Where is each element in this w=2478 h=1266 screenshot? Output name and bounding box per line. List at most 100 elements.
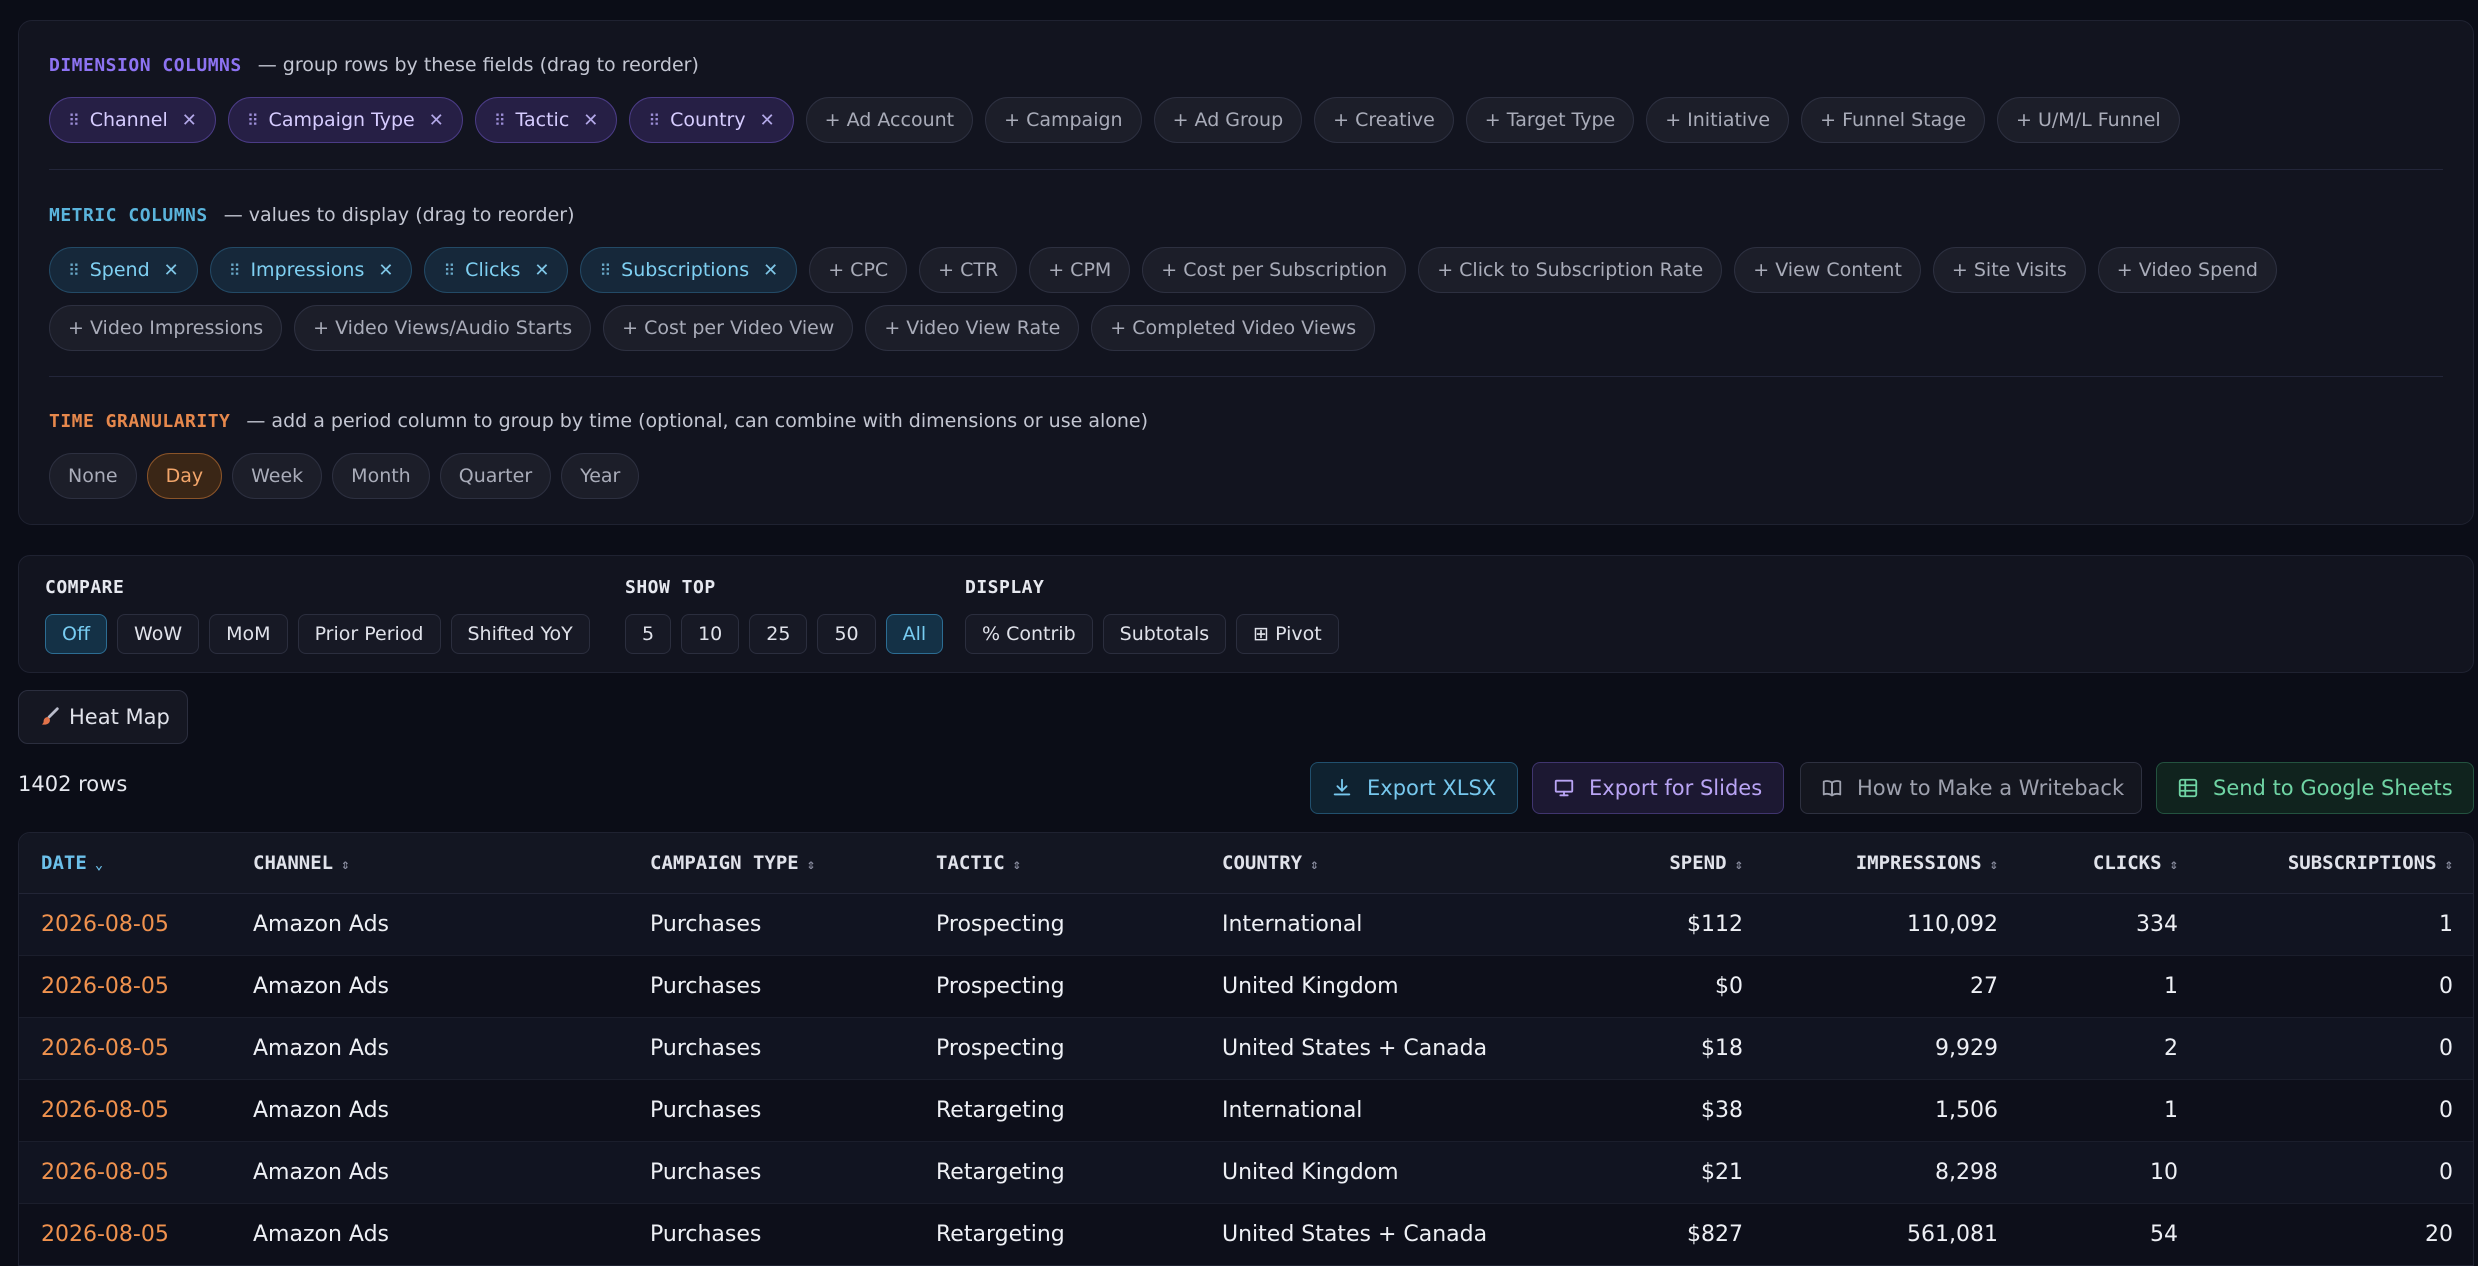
cell-subscriptions: 0 bbox=[2200, 1017, 2473, 1080]
drag-handle-icon[interactable]: ⠿ bbox=[494, 111, 506, 130]
metric-chip-subscriptions[interactable]: ⠿ Subscriptions ✕ bbox=[580, 247, 798, 293]
remove-icon[interactable]: ✕ bbox=[763, 260, 778, 281]
metric-chip-impressions[interactable]: ⠿ Impressions ✕ bbox=[209, 247, 413, 293]
metric-chip-spend[interactable]: ⠿ Spend ✕ bbox=[49, 247, 198, 293]
add-metric-video-view-rate[interactable]: + Video View Rate bbox=[865, 305, 1080, 351]
time-granularity-section: TIME GRANULARITY — add a period column t… bbox=[49, 407, 2445, 499]
add-metric-completed-video-views[interactable]: + Completed Video Views bbox=[1091, 305, 1376, 351]
cell-campaign-type: Purchases bbox=[628, 1017, 914, 1080]
column-header-channel[interactable]: CHANNEL ⇕ bbox=[231, 833, 628, 894]
show-top-10-button[interactable]: 10 bbox=[681, 614, 740, 654]
add-metric-video-views-audio-starts[interactable]: + Video Views/Audio Starts bbox=[294, 305, 592, 351]
metric-chip-clicks[interactable]: ⠿ Clicks ✕ bbox=[424, 247, 569, 293]
column-header-campaign-type[interactable]: CAMPAIGN TYPE ⇕ bbox=[628, 833, 914, 894]
cell-clicks: 54 bbox=[2020, 1203, 2200, 1265]
compare-shifted-yoy-button[interactable]: Shifted YoY bbox=[450, 614, 590, 654]
column-header-impressions[interactable]: IMPRESSIONS ⇕ bbox=[1765, 833, 2020, 894]
add-metric-cpm[interactable]: + CPM bbox=[1029, 247, 1131, 293]
granularity-week[interactable]: Week bbox=[232, 453, 323, 499]
cell-spend: $18 bbox=[1540, 1017, 1765, 1080]
cell-spend: $112 bbox=[1540, 893, 1765, 956]
column-header-date[interactable]: DATE ⌄ bbox=[19, 833, 231, 894]
column-header-country[interactable]: COUNTRY ⇕ bbox=[1200, 833, 1540, 894]
cell-clicks: 2 bbox=[2020, 1017, 2200, 1080]
cell-country: International bbox=[1200, 893, 1540, 956]
remove-icon[interactable]: ✕ bbox=[534, 260, 549, 281]
show-top-50-button[interactable]: 50 bbox=[817, 614, 876, 654]
cell-spend: $827 bbox=[1540, 1203, 1765, 1265]
cell-impressions: 27 bbox=[1765, 955, 2020, 1018]
add-dimension-ad-group[interactable]: + Ad Group bbox=[1153, 97, 1303, 143]
add-dimension-campaign[interactable]: + Campaign bbox=[985, 97, 1142, 143]
add-metric-cpc[interactable]: + CPC bbox=[809, 247, 908, 293]
add-metric-click-to-subscription-rate[interactable]: + Click to Subscription Rate bbox=[1418, 247, 1723, 293]
add-dimension-target-type[interactable]: + Target Type bbox=[1465, 97, 1635, 143]
add-dimension-creative[interactable]: + Creative bbox=[1314, 97, 1454, 143]
dimension-chip-campaign-type[interactable]: ⠿ Campaign Type ✕ bbox=[227, 97, 463, 143]
pivot-button[interactable]: ⊞ Pivot bbox=[1236, 614, 1339, 654]
compare-wow-button[interactable]: WoW bbox=[117, 614, 200, 654]
drag-handle-icon[interactable]: ⠿ bbox=[68, 261, 80, 280]
add-dimension-initiative[interactable]: + Initiative bbox=[1646, 97, 1790, 143]
export-for-slides-button[interactable]: Export for Slides bbox=[1532, 762, 1784, 814]
cell-subscriptions: 0 bbox=[2200, 1141, 2473, 1204]
sort-icon: ⇕ bbox=[2169, 856, 2178, 873]
add-metric-video-impressions[interactable]: + Video Impressions bbox=[49, 305, 283, 351]
compare-off-button[interactable]: Off bbox=[45, 614, 108, 654]
add-metric-view-content[interactable]: + View Content bbox=[1734, 247, 1921, 293]
dimension-chip-country[interactable]: ⠿ Country ✕ bbox=[629, 97, 794, 143]
percent-contrib-button[interactable]: % Contrib bbox=[965, 614, 1093, 654]
compare-mom-button[interactable]: MoM bbox=[209, 614, 288, 654]
granularity-month[interactable]: Month bbox=[332, 453, 430, 499]
column-header-subscriptions[interactable]: SUBSCRIPTIONS ⇕ bbox=[2200, 833, 2473, 894]
sort-icon: ⇕ bbox=[341, 856, 350, 873]
drag-handle-icon[interactable]: ⠿ bbox=[68, 111, 80, 130]
compare-prior-period-button[interactable]: Prior Period bbox=[297, 614, 441, 654]
remove-icon[interactable]: ✕ bbox=[760, 110, 775, 131]
dimension-chip-tactic[interactable]: ⠿ Tactic ✕ bbox=[474, 97, 618, 143]
drag-handle-icon[interactable]: ⠿ bbox=[247, 111, 259, 130]
subtotals-button[interactable]: Subtotals bbox=[1102, 614, 1227, 654]
add-dimension-ad-account[interactable]: + Ad Account bbox=[805, 97, 974, 143]
remove-icon[interactable]: ✕ bbox=[164, 260, 179, 281]
send-to-google-sheets-button[interactable]: Send to Google Sheets bbox=[2156, 762, 2474, 814]
show-top-all-button[interactable]: All bbox=[885, 614, 944, 654]
drag-handle-icon[interactable]: ⠿ bbox=[599, 261, 611, 280]
writeback-help-button[interactable]: How to Make a Writeback bbox=[1800, 762, 2142, 814]
remove-icon[interactable]: ✕ bbox=[182, 110, 197, 131]
export-xlsx-button[interactable]: Export XLSX bbox=[1310, 762, 1518, 814]
granularity-quarter[interactable]: Quarter bbox=[439, 453, 552, 499]
column-header-spend[interactable]: SPEND ⇕ bbox=[1540, 833, 1765, 894]
column-header-tactic[interactable]: TACTIC ⇕ bbox=[914, 833, 1200, 894]
heat-map-button[interactable]: Heat Map bbox=[18, 690, 188, 744]
metric-chips: ⠿ Spend ✕ ⠿ Impressions ✕ ⠿ Clicks ✕ ⠿ Subscrip… bbox=[49, 247, 2445, 351]
remove-icon[interactable]: ✕ bbox=[378, 260, 393, 281]
granularity-none[interactable]: None bbox=[49, 453, 137, 499]
drag-handle-icon[interactable]: ⠿ bbox=[648, 111, 660, 130]
show-top-25-button[interactable]: 25 bbox=[749, 614, 808, 654]
dimension-chip-channel[interactable]: ⠿ Channel ✕ bbox=[49, 97, 216, 143]
cell-country: United Kingdom bbox=[1200, 955, 1540, 1018]
add-metric-ctr[interactable]: + CTR bbox=[919, 247, 1018, 293]
cell-channel: Amazon Ads bbox=[231, 893, 628, 956]
cell-clicks: 10 bbox=[2020, 1141, 2200, 1204]
add-metric-cost-per-video-view[interactable]: + Cost per Video View bbox=[603, 305, 854, 351]
cell-date: 2026-08-05 bbox=[19, 1141, 231, 1204]
add-metric-site-visits[interactable]: + Site Visits bbox=[1932, 247, 2086, 293]
column-header-clicks[interactable]: CLICKS ⇕ bbox=[2020, 833, 2200, 894]
add-metric-video-spend[interactable]: + Video Spend bbox=[2097, 247, 2277, 293]
remove-icon[interactable]: ✕ bbox=[583, 110, 598, 131]
table-row: 2026-08-05 Amazon Ads Purchases Prospect… bbox=[19, 955, 2473, 1018]
add-dimension-funnel-stage[interactable]: + Funnel Stage bbox=[1801, 97, 1986, 143]
cell-tactic: Prospecting bbox=[914, 893, 1200, 956]
show-top-5-button[interactable]: 5 bbox=[625, 614, 672, 654]
cell-date: 2026-08-05 bbox=[19, 955, 231, 1018]
remove-icon[interactable]: ✕ bbox=[429, 110, 444, 131]
add-dimension-uml-funnel[interactable]: + U/M/L Funnel bbox=[1997, 97, 2180, 143]
drag-handle-icon[interactable]: ⠿ bbox=[443, 261, 455, 280]
granularity-day[interactable]: Day bbox=[146, 453, 223, 499]
add-metric-cost-per-subscription[interactable]: + Cost per Subscription bbox=[1142, 247, 1407, 293]
drag-handle-icon[interactable]: ⠿ bbox=[229, 261, 241, 280]
granularity-year[interactable]: Year bbox=[561, 453, 640, 499]
cell-impressions: 9,929 bbox=[1765, 1017, 2020, 1080]
